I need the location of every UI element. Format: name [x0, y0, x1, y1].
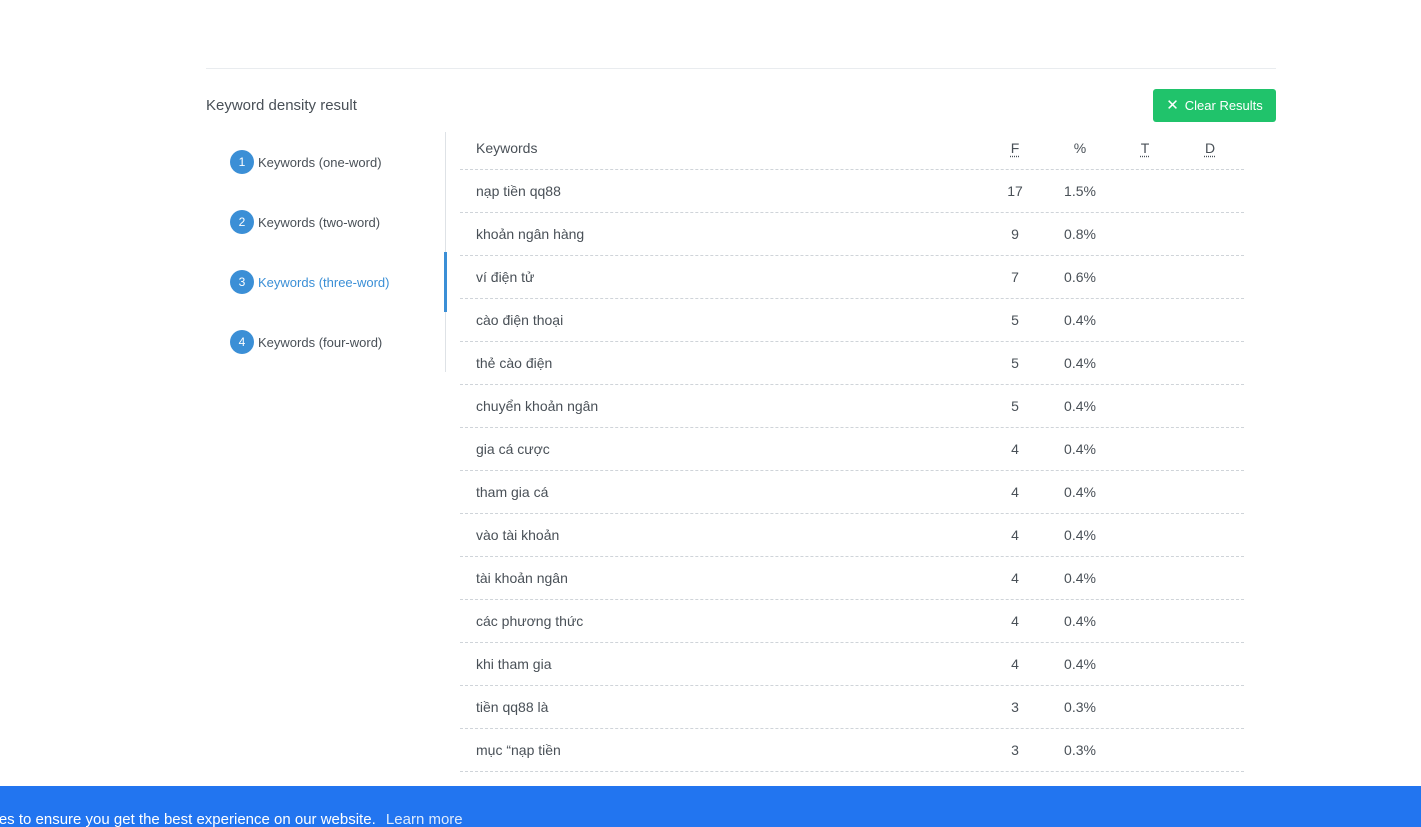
- cookie-message: kies to ensure you get the best experien…: [0, 811, 376, 827]
- percent-cell: 0.3%: [1064, 742, 1096, 758]
- frequency-cell: 3: [1011, 699, 1019, 715]
- table-row: gia cá cược 4 0.4%: [460, 428, 1244, 471]
- table-row: ví điện tử 7 0.6%: [460, 256, 1244, 299]
- active-tab-indicator: [444, 252, 447, 312]
- tab-number-badge: 1: [230, 150, 254, 174]
- divider: [206, 68, 1276, 69]
- keyword-cell: khoản ngân hàng: [476, 226, 585, 242]
- header-title[interactable]: T: [1141, 140, 1150, 156]
- tab-four-word[interactable]: 4 Keywords (four-word): [230, 327, 445, 357]
- keyword-cell: nạp tiền qq88: [476, 183, 561, 199]
- percent-cell: 0.4%: [1064, 570, 1096, 586]
- table-row: tài khoản ngân 4 0.4%: [460, 557, 1244, 600]
- learn-more-link[interactable]: Learn more: [386, 811, 463, 827]
- percent-cell: 0.4%: [1064, 656, 1096, 672]
- keyword-cell: thẻ cào điện: [476, 355, 553, 371]
- tab-number-badge: 4: [230, 330, 254, 354]
- percent-cell: 0.4%: [1064, 312, 1096, 328]
- tab-one-word[interactable]: 1 Keywords (one-word): [230, 147, 445, 177]
- percent-cell: 0.6%: [1064, 269, 1096, 285]
- table-row: nạp tiền qq88 17 1.5%: [460, 170, 1244, 213]
- keyword-cell: gia cá cược: [476, 441, 550, 457]
- keyword-cell: vào tài khoản: [476, 527, 560, 543]
- clear-results-label: Clear Results: [1184, 98, 1263, 113]
- keyword-cell: tiền qq88 là: [476, 699, 549, 715]
- keyword-cell: mục “nạp tiền: [476, 742, 561, 758]
- keyword-table: Keywords F % T D nạp tiền qq88 17 1.5% khoả…: [460, 127, 1244, 772]
- table-row: tiền qq88 là 3 0.3%: [460, 686, 1244, 729]
- table-header: Keywords F % T D: [460, 127, 1244, 170]
- header-description[interactable]: D: [1205, 140, 1215, 156]
- header-percent: %: [1073, 140, 1087, 156]
- table-row: tham gia cá 4 0.4%: [460, 471, 1244, 514]
- tab-label: Keywords (one-word): [258, 154, 382, 170]
- tab-label: Keywords (four-word): [258, 334, 383, 350]
- keyword-cell: ví điện tử: [476, 269, 535, 285]
- header-keywords: Keywords: [476, 140, 538, 156]
- table-row: mục “nạp tiền 3 0.3%: [460, 729, 1244, 772]
- frequency-cell: 4: [1011, 527, 1019, 543]
- tab-label: Keywords (two-word): [258, 214, 381, 230]
- table-row: khi tham gia 4 0.4%: [460, 643, 1244, 686]
- keyword-cell: tài khoản ngân: [476, 570, 568, 586]
- frequency-cell: 3: [1011, 742, 1019, 758]
- tab-number-badge: 3: [230, 270, 254, 294]
- frequency-cell: 5: [1011, 398, 1019, 414]
- percent-cell: 0.4%: [1064, 527, 1096, 543]
- keyword-cell: khi tham gia: [476, 656, 552, 672]
- frequency-cell: 17: [1007, 183, 1023, 199]
- tab-label: Keywords (three-word): [258, 274, 390, 290]
- result-title: Keyword density result: [206, 97, 357, 114]
- percent-cell: 0.4%: [1064, 484, 1096, 500]
- table-row: thẻ cào điện 5 0.4%: [460, 342, 1244, 385]
- cookie-banner: kies to ensure you get the best experien…: [0, 786, 1421, 827]
- frequency-cell: 4: [1011, 484, 1019, 500]
- clear-results-button[interactable]: ✕ Clear Results: [1153, 89, 1276, 122]
- frequency-cell: 4: [1011, 441, 1019, 457]
- frequency-cell: 9: [1011, 226, 1019, 242]
- frequency-cell: 5: [1011, 355, 1019, 371]
- table-row: khoản ngân hàng 9 0.8%: [460, 213, 1244, 256]
- percent-cell: 0.8%: [1064, 226, 1096, 242]
- frequency-cell: 4: [1011, 570, 1019, 586]
- keyword-cell: các phương thức: [476, 613, 584, 629]
- header-frequency[interactable]: F: [1011, 140, 1020, 156]
- percent-cell: 0.4%: [1064, 398, 1096, 414]
- tab-number-badge: 2: [230, 210, 254, 234]
- keyword-cell: chuyển khoản ngân: [476, 398, 599, 414]
- table-row: cào điện thoại 5 0.4%: [460, 299, 1244, 342]
- table-row: chuyển khoản ngân 5 0.4%: [460, 385, 1244, 428]
- percent-cell: 0.4%: [1064, 441, 1096, 457]
- page: Keyword density result ✕ Clear Results 1…: [0, 0, 1421, 827]
- close-icon: ✕: [1166, 96, 1179, 114]
- keyword-cell: cào điện thoại: [476, 312, 564, 328]
- table-row: vào tài khoản 4 0.4%: [460, 514, 1244, 557]
- table-row: các phương thức 4 0.4%: [460, 600, 1244, 643]
- percent-cell: 0.4%: [1064, 613, 1096, 629]
- tab-three-word[interactable]: 3 Keywords (three-word): [230, 267, 445, 297]
- percent-cell: 0.4%: [1064, 355, 1096, 371]
- frequency-cell: 5: [1011, 312, 1019, 328]
- percent-cell: 0.3%: [1064, 699, 1096, 715]
- frequency-cell: 4: [1011, 656, 1019, 672]
- keyword-tabs: 1 Keywords (one-word) 2 Keywords (two-wo…: [206, 132, 447, 372]
- frequency-cell: 7: [1011, 269, 1019, 285]
- keyword-cell: tham gia cá: [476, 484, 549, 500]
- percent-cell: 1.5%: [1064, 183, 1096, 199]
- tab-two-word[interactable]: 2 Keywords (two-word): [230, 207, 445, 237]
- frequency-cell: 4: [1011, 613, 1019, 629]
